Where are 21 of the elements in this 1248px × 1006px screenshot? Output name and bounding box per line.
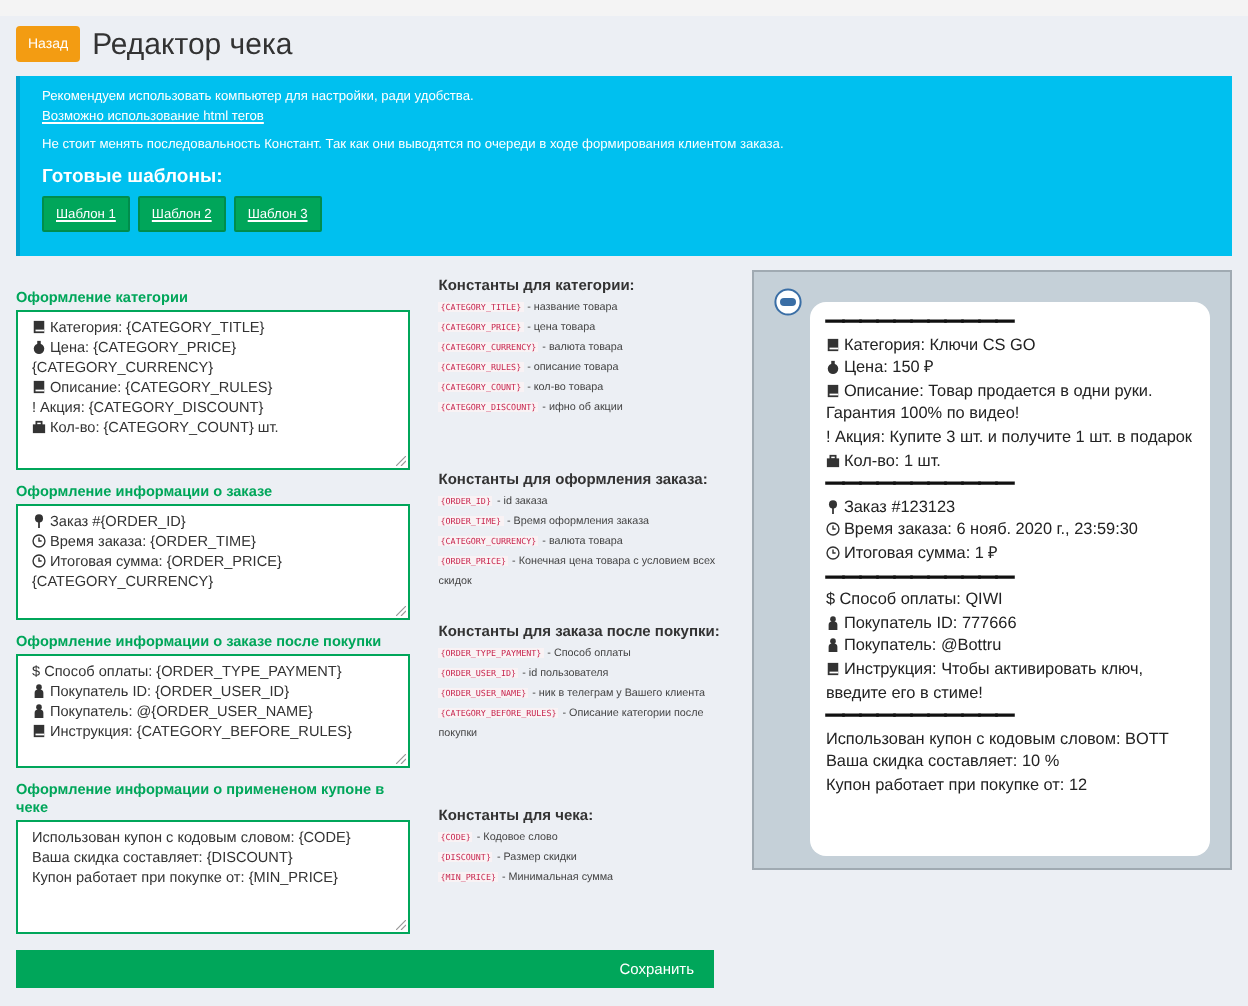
message-line: Инструкция: Чтобы активировать ключ, введите его в стиме! [825, 657, 1146, 705]
message-line: Итоговая сумма: 1 ₽ [825, 541, 1194, 566]
message-line: Покупатель ID: 777666 [825, 611, 1194, 635]
separator-text: ——————————— [825, 472, 1016, 496]
message-line: Покупатель: @Bottru [825, 634, 1194, 658]
message-line: ! Акция: Купите 3 шт. и получите 1 шт. в подарок [825, 425, 1194, 450]
message-line: Описание: Товар продается в одни руки. Гарантия 100% по видео! [825, 379, 1155, 426]
message-line: Кол-во: 1 шт. [825, 449, 1194, 473]
separator-text: ——————————— [825, 310, 1016, 334]
page-title: Редактор чека [92, 27, 293, 61]
message-line: $ Способ оплаты: QIWI [825, 588, 1005, 612]
separator-text: ——————————— [825, 704, 1016, 728]
message-line: Категория: Ключи CS GO [825, 333, 1194, 357]
templates-heading: Готовые шаблоны: [42, 166, 225, 188]
separator-text: ——————————— [825, 565, 1016, 589]
message-line: Заказ #123123 [825, 495, 1194, 519]
message-line: Использован купон с кодовым словом: BOTT [825, 727, 1171, 751]
message-line: Время заказа: 6 нояб. 2020 г., 23:59:30 [825, 518, 1194, 542]
message-line: Ваша скидка составляет: 10 % [825, 750, 1062, 774]
message-line: Цена: 150 ₽ [825, 356, 1194, 380]
message-line: Купон работает при покупке от: 12 [825, 773, 1090, 797]
